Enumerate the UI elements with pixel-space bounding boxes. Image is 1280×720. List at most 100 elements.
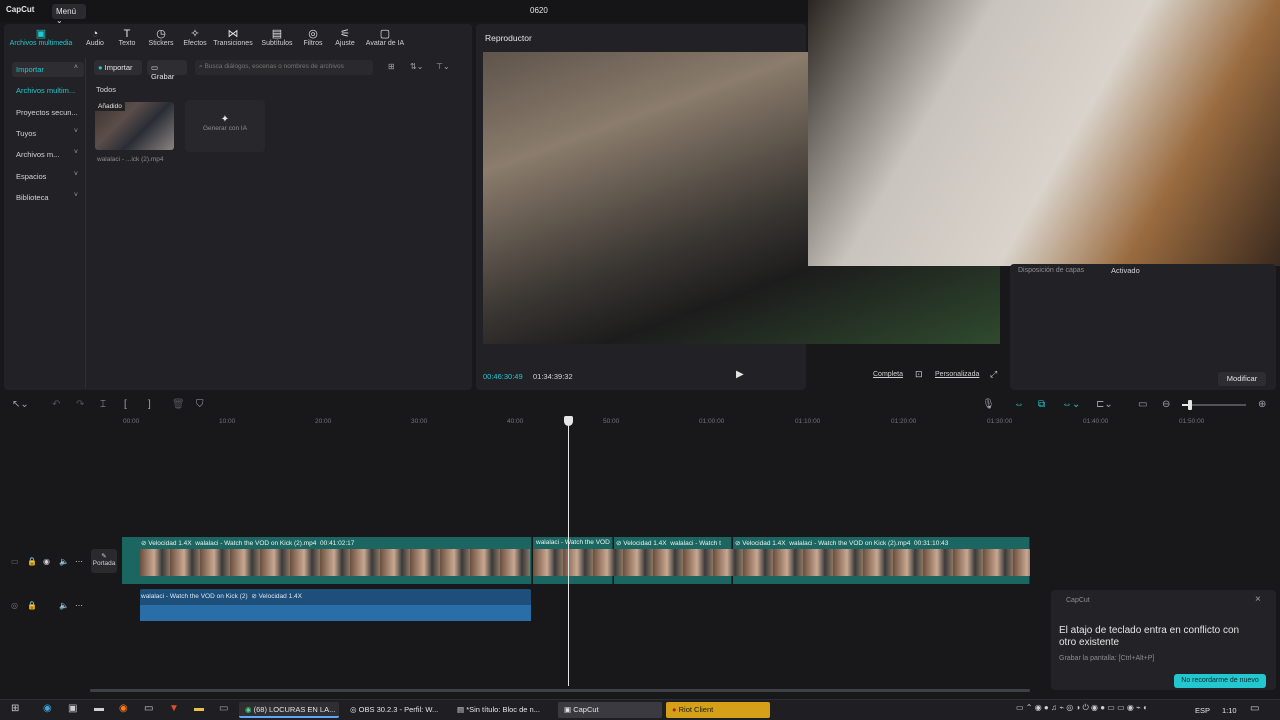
sort-icon[interactable]: ⇅⌄	[410, 62, 423, 71]
playhead[interactable]	[568, 416, 569, 686]
redo-icon[interactable]: ↷	[76, 399, 84, 410]
magnet-icon[interactable]: ⧉	[1038, 399, 1045, 410]
search-input[interactable]	[204, 63, 355, 70]
close-icon[interactable]: ×	[1255, 594, 1261, 605]
obs-icon: ◎	[350, 705, 357, 714]
ruler-tick: 01:20:00	[891, 418, 917, 425]
record-button[interactable]: ▭ Grabar	[147, 60, 187, 81]
ruler-tick: 01:50:00	[1179, 418, 1205, 425]
timeline-scrollbar[interactable]	[90, 689, 1030, 692]
screenshot-icon[interactable]: ⊡	[915, 369, 923, 380]
search-icon: ⌕	[199, 63, 203, 70]
language-indicator[interactable]: ESP	[1195, 706, 1210, 715]
clip4-label: ⊘ Velocidad 1.4X walalaci - Watch the VO…	[735, 540, 949, 547]
eye-icon[interactable]: ◉	[43, 557, 50, 566]
lock-icon[interactable]: 🔒	[27, 557, 37, 566]
menu-button[interactable]: Menú ⌄	[52, 4, 86, 25]
ruler-tick: 01:10:00	[795, 418, 821, 425]
app-icon[interactable]: ▭	[144, 703, 153, 714]
zoom-slider-handle[interactable]	[1188, 400, 1192, 410]
media-search[interactable]: ⌕	[195, 60, 373, 75]
more-icon[interactable]: ⋯	[75, 557, 83, 566]
mic-icon[interactable]: 🎙	[982, 399, 995, 410]
ruler-tick: 01:30:00	[987, 418, 1013, 425]
grid-view-icon[interactable]: ⊞	[388, 62, 395, 71]
tab-ai-avatar[interactable]: ▢ Avatar de IA	[356, 28, 414, 47]
play-icon[interactable]: ▶	[736, 369, 744, 380]
task-riot[interactable]: ● Riot Client	[666, 702, 770, 718]
task-obs[interactable]: ◎ OBS 30.2.3 - Perfil: W...	[344, 702, 446, 718]
task-chrome[interactable]: ◉ (68) LOCURAS EN LA...	[239, 702, 339, 718]
ruler-tick: 30:00	[411, 418, 428, 425]
tab-transitions[interactable]: ⋈ Transiciones	[210, 28, 256, 47]
sidebar-item-import[interactable]: Importar ˄	[12, 62, 84, 77]
all-label: Todos	[96, 85, 117, 94]
select-tool-icon[interactable]: ↖⌄	[12, 399, 29, 410]
modify-button[interactable]: Modificar	[1218, 372, 1266, 386]
task-notepad[interactable]: ▤ *Sin título: Bloc de n...	[451, 702, 553, 718]
media-sidebar: Importar ˄ Archivos multim... Proyectos s…	[8, 58, 86, 388]
cover-button[interactable]: ✎ Portada	[91, 549, 117, 573]
volume-icon[interactable]: 🔈	[59, 601, 69, 610]
delete-icon[interactable]: 🗑	[172, 399, 185, 410]
chevron-down-icon: ˅	[73, 128, 78, 135]
generate-ai-card[interactable]: ✦ Generar con IA	[185, 100, 265, 152]
sidebar-item-library[interactable]: Biblioteca ˅	[12, 190, 84, 205]
sparkle-icon: ✦	[220, 114, 230, 125]
brave-icon[interactable]: ▼	[169, 703, 179, 714]
clip-filmstrip	[140, 549, 530, 576]
record-icon: ▭	[151, 63, 159, 72]
mail-icon[interactable]: ▬	[94, 703, 104, 714]
sidebar-item-secondary-projects[interactable]: Proyectos secun...	[12, 105, 84, 120]
shield-icon[interactable]: ⛉	[196, 399, 204, 410]
edge-icon[interactable]: ◉	[43, 703, 52, 714]
split-icon[interactable]: ⌶	[100, 399, 106, 410]
audio-waveform	[140, 605, 531, 621]
tab-media[interactable]: ▣ Archivos multimedia	[8, 28, 74, 47]
filter-icon[interactable]: ⊤⌄	[436, 62, 450, 71]
pinned-app-icon[interactable]: ▭	[219, 703, 228, 714]
more-icon[interactable]: ⋯	[75, 601, 83, 610]
lock-icon[interactable]: 🔒	[27, 601, 37, 610]
toast-subtitle: Grabar la pantalla: [Ctrl+Alt+P]	[1059, 655, 1155, 662]
playhead-handle[interactable]	[564, 416, 573, 426]
sidebar-item-yours[interactable]: Tuyos ˅	[12, 126, 84, 141]
fullscreen-icon[interactable]: ⤢	[990, 369, 997, 380]
snap-icon[interactable]: ⇔⌄	[1062, 399, 1080, 410]
ruler-tick: 01:40:00	[1083, 418, 1109, 425]
tray-icon[interactable]: ▭ ⌃ ◉ ● ♫ ⌁ ◎ ◑ ⏻ ◉ ● ▭ ▭ ◉ ⌁ ◐	[1016, 703, 1148, 713]
zoom-out-icon[interactable]: ⊖	[1162, 399, 1170, 410]
speed-icon: ⊘	[616, 540, 622, 547]
sidebar-item-spaces[interactable]: Espacios ˅	[12, 169, 84, 184]
current-time: 00:46:30:49	[483, 372, 523, 381]
import-button[interactable]: ● Importar	[94, 60, 142, 75]
folder-icon[interactable]: ▬	[194, 703, 204, 714]
volume-icon[interactable]: 🔈	[59, 557, 69, 566]
store-icon[interactable]: ▣	[68, 703, 77, 714]
player-title: Reproductor	[485, 33, 532, 43]
edit-icon: ✎	[101, 553, 107, 560]
media-thumbnail[interactable]: Añadido	[95, 102, 174, 150]
dont-remind-button[interactable]: No recordarme de nuevo	[1174, 674, 1266, 688]
clock[interactable]: 1:10	[1222, 706, 1237, 715]
trim-left-icon[interactable]: [	[124, 399, 127, 410]
notification-icon[interactable]: ▭	[1250, 703, 1259, 714]
speed-icon: ⊘	[735, 540, 741, 547]
media-icon: ▣	[35, 28, 47, 40]
complete-button[interactable]: Completa	[873, 371, 903, 378]
preview-axis-icon[interactable]: ⊏⌄	[1096, 399, 1113, 410]
firefox-icon[interactable]: ◉	[119, 703, 128, 714]
task-capcut[interactable]: ▣ CapCut	[558, 702, 662, 718]
windows-start-icon[interactable]: ⊞	[11, 703, 19, 714]
sidebar-item-files[interactable]: Archivos m... ˅	[12, 147, 84, 162]
link-icon[interactable]: ⇔	[1014, 399, 1024, 410]
custom-button[interactable]: Personalizada	[935, 371, 979, 378]
undo-icon[interactable]: ↶	[52, 399, 60, 410]
zoom-in-icon[interactable]: ⊕	[1258, 399, 1266, 410]
sidebar-item-media-files[interactable]: Archivos multim...	[12, 83, 84, 98]
trim-right-icon[interactable]: ]	[148, 399, 151, 410]
chevron-down-icon: ˅	[73, 171, 78, 178]
added-badge: Añadido	[95, 102, 125, 111]
notepad-icon: ▤	[457, 705, 465, 714]
caption-icon[interactable]: ▭	[1138, 399, 1147, 410]
